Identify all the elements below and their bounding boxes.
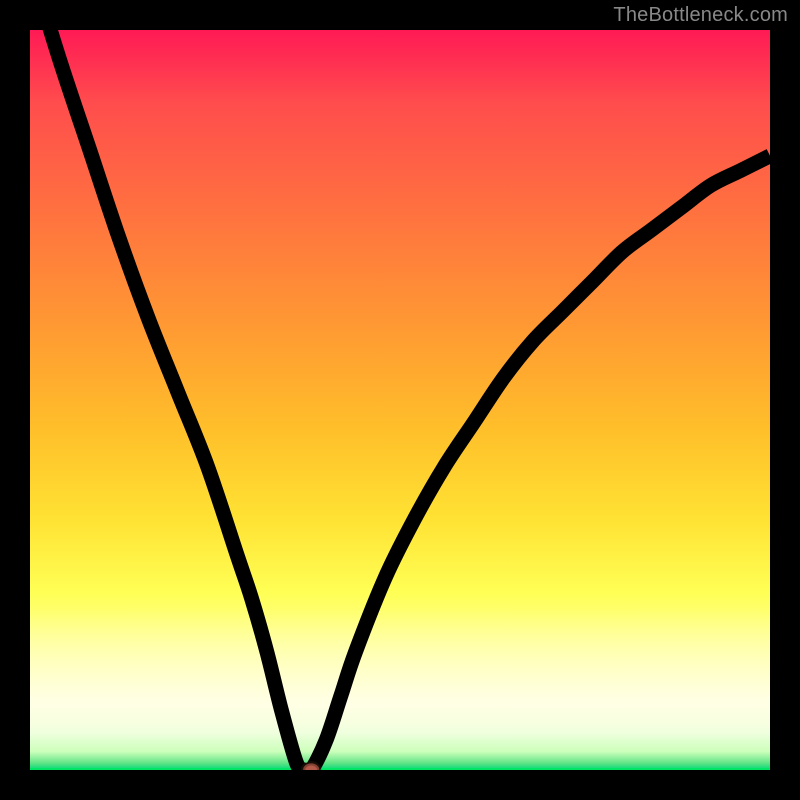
bottleneck-curve: [30, 30, 770, 770]
plot-area: [30, 30, 770, 770]
min-marker: [303, 763, 319, 770]
watermark-text: TheBottleneck.com: [613, 4, 788, 27]
curve-svg: [30, 30, 770, 770]
chart-frame: TheBottleneck.com: [0, 0, 800, 800]
